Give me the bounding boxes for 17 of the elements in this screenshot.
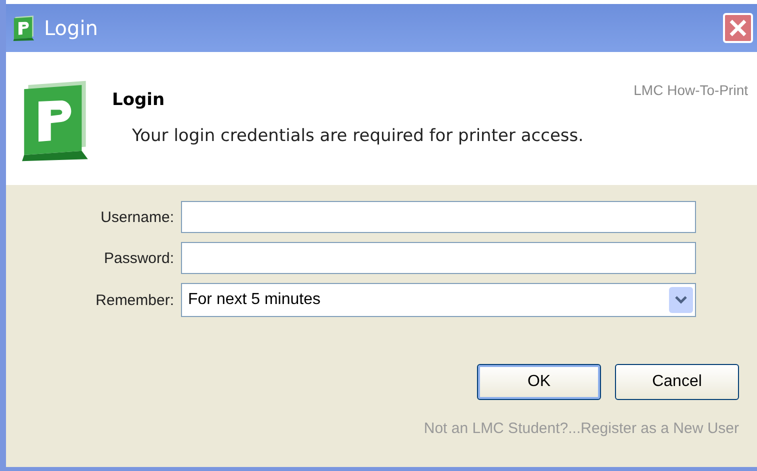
remember-dropdown[interactable]: For next 5 minutes <box>181 283 696 317</box>
dropdown-value: For next 5 minutes <box>188 291 320 309</box>
dialog-heading: Login <box>112 90 166 110</box>
brand-text: LMC How-To-Print <box>634 81 748 100</box>
cancel-button[interactable]: Cancel <box>615 364 739 400</box>
password-field[interactable] <box>181 242 696 274</box>
field-label: Remember: <box>94 292 174 308</box>
chevron-down-icon[interactable] <box>669 287 693 313</box>
field-label: Username: <box>100 208 174 226</box>
close-icon <box>728 18 748 38</box>
window-title: Login <box>44 16 99 40</box>
username-field[interactable] <box>181 201 696 233</box>
ok-button[interactable]: OK <box>477 364 601 400</box>
app-logo-icon <box>12 15 36 41</box>
field-label: Password: <box>102 250 174 266</box>
close-button[interactable] <box>723 13 753 43</box>
dialog-description: Your login credentials are required for printer access. <box>132 126 585 146</box>
